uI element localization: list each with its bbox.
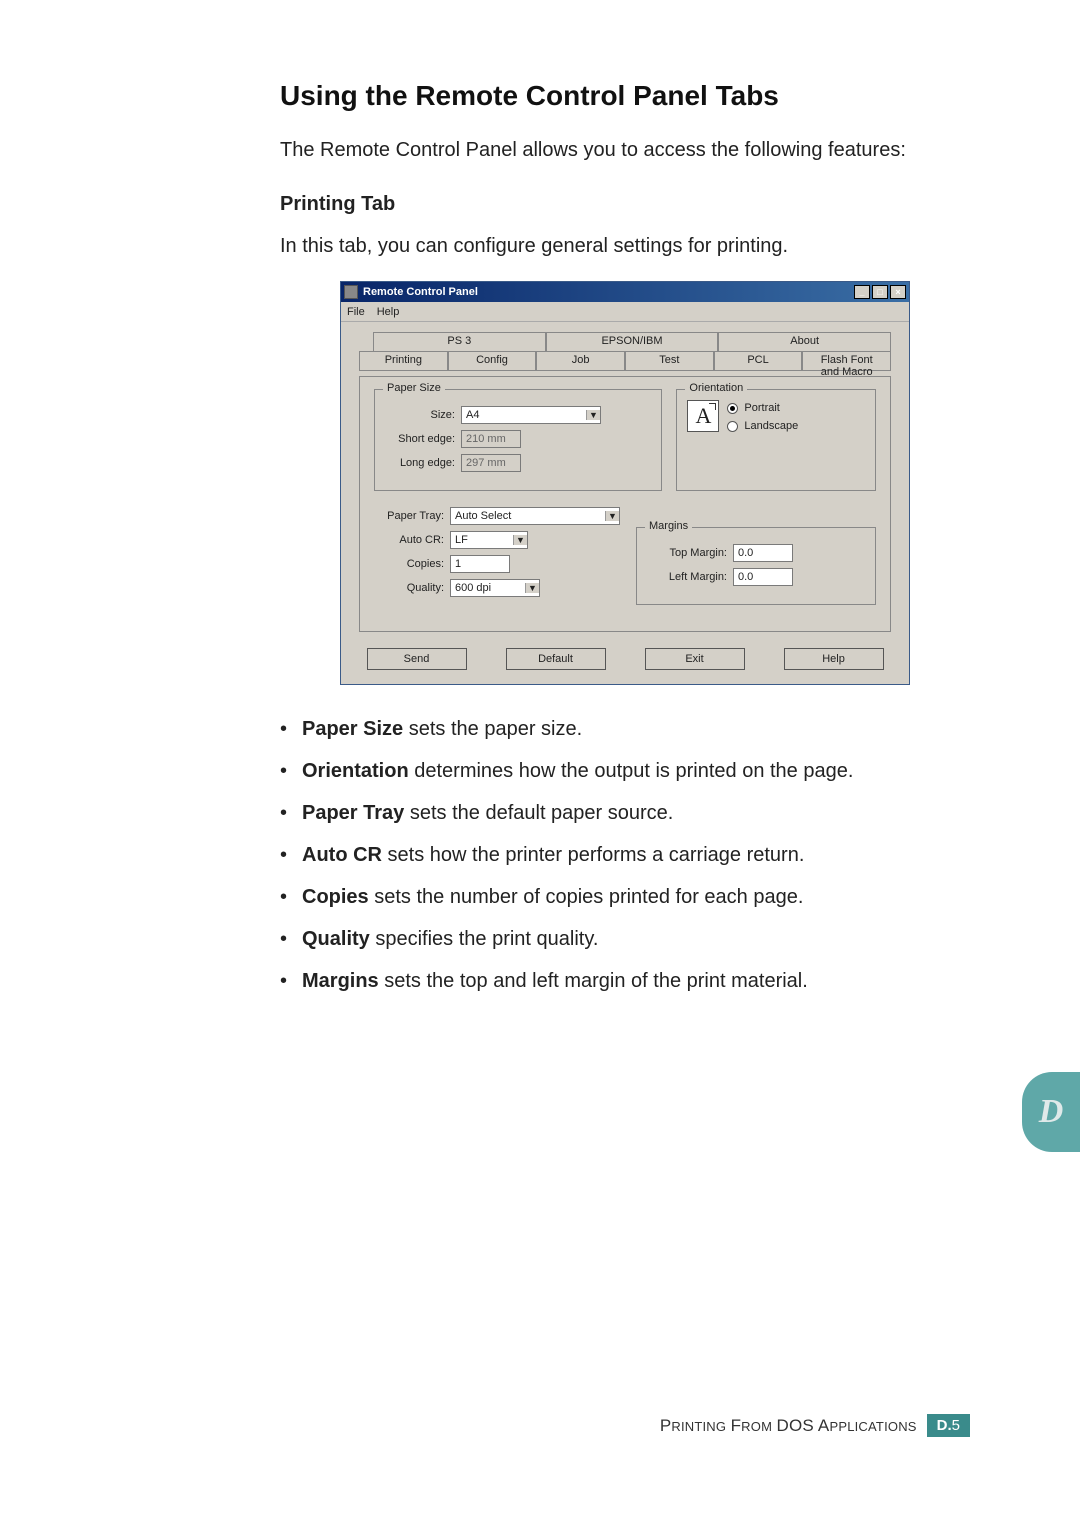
auto-cr-dropdown[interactable]: LF ▼: [450, 531, 528, 549]
list-item: Orientation determines how the output is…: [280, 757, 970, 785]
paper-tray-value: Auto Select: [455, 510, 511, 522]
paper-size-group: Paper Size Size: A4 ▼ Short edge: 210 mm: [374, 389, 662, 491]
page-number-box: D.5: [927, 1414, 970, 1437]
default-button[interactable]: Default: [506, 648, 606, 670]
paper-size-legend: Paper Size: [383, 382, 445, 394]
chevron-down-icon: ▼: [513, 535, 527, 545]
long-edge-field: 297 mm: [461, 454, 521, 472]
dialog-window: Remote Control Panel _ □ × File Help PS …: [340, 281, 910, 685]
left-margin-field[interactable]: 0.0: [733, 568, 793, 586]
tab-ps3[interactable]: PS 3: [373, 332, 546, 352]
tab-pcl[interactable]: PCL: [714, 351, 803, 371]
send-button[interactable]: Send: [367, 648, 467, 670]
page-footer: PRINTING FROM DOS APPLICATIONS D.5: [660, 1414, 970, 1437]
size-label: Size:: [385, 409, 455, 421]
tab-config[interactable]: Config: [448, 351, 537, 371]
menu-help[interactable]: Help: [377, 306, 400, 318]
tab-epson-ibm[interactable]: EPSON/IBM: [546, 332, 719, 352]
footer-text: PRINTING FROM DOS APPLICATIONS: [660, 1416, 917, 1436]
orientation-group: Orientation A Portrait Landscape: [676, 389, 876, 491]
orientation-legend: Orientation: [685, 382, 747, 394]
section-side-tab: D: [1022, 1072, 1080, 1152]
list-item: Auto CR sets how the printer performs a …: [280, 841, 970, 869]
exit-button[interactable]: Exit: [645, 648, 745, 670]
chevron-down-icon: ▼: [605, 511, 619, 521]
list-item: Paper Tray sets the default paper source…: [280, 799, 970, 827]
tab-printing[interactable]: Printing: [359, 351, 448, 371]
tab-about[interactable]: About: [718, 332, 891, 352]
radio-dot-icon: [727, 403, 738, 414]
quality-value: 600 dpi: [455, 582, 491, 594]
close-button[interactable]: ×: [890, 285, 906, 299]
auto-cr-value: LF: [455, 534, 468, 546]
chevron-down-icon: ▼: [525, 583, 539, 593]
list-item: Margins sets the top and left margin of …: [280, 967, 970, 995]
app-icon: [344, 285, 358, 299]
tab-strip: PS 3 EPSON/IBM About Printing Config Job…: [359, 332, 891, 371]
radio-dot-icon: [727, 421, 738, 432]
orientation-icon: A: [687, 400, 719, 432]
chevron-down-icon: ▼: [586, 410, 600, 420]
intro-paragraph: The Remote Control Panel allows you to a…: [280, 136, 970, 165]
copies-field[interactable]: 1: [450, 555, 510, 573]
size-dropdown[interactable]: A4 ▼: [461, 406, 601, 424]
minimize-button[interactable]: _: [854, 285, 870, 299]
quality-label: Quality:: [374, 582, 444, 594]
size-value: A4: [466, 409, 479, 421]
list-item: Quality specifies the print quality.: [280, 925, 970, 953]
tab-test[interactable]: Test: [625, 351, 714, 371]
left-margin-label: Left Margin:: [647, 571, 727, 583]
short-edge-field: 210 mm: [461, 430, 521, 448]
subsection-intro: In this tab, you can configure general s…: [280, 232, 970, 261]
copies-label: Copies:: [374, 558, 444, 570]
window-title: Remote Control Panel: [363, 286, 854, 298]
top-margin-label: Top Margin:: [647, 547, 727, 559]
top-margin-field[interactable]: 0.0: [733, 544, 793, 562]
portrait-label: Portrait: [744, 402, 779, 414]
paper-tray-dropdown[interactable]: Auto Select ▼: [450, 507, 620, 525]
tab-job[interactable]: Job: [536, 351, 625, 371]
margins-group: Margins Top Margin: 0.0 Left Margin: 0.0: [636, 527, 876, 605]
title-bar: Remote Control Panel _ □ ×: [341, 282, 909, 302]
feature-list: Paper Size sets the paper size. Orientat…: [280, 715, 970, 995]
section-heading: Using the Remote Control Panel Tabs: [280, 80, 970, 112]
list-item: Paper Size sets the paper size.: [280, 715, 970, 743]
help-button[interactable]: Help: [784, 648, 884, 670]
list-item: Copies sets the number of copies printed…: [280, 883, 970, 911]
margins-legend: Margins: [645, 520, 692, 532]
subsection-heading: Printing Tab: [280, 193, 970, 216]
landscape-label: Landscape: [744, 420, 798, 432]
radio-landscape[interactable]: Landscape: [727, 420, 798, 432]
tab-content-printing: Paper Size Size: A4 ▼ Short edge: 210 mm: [359, 376, 891, 632]
short-edge-label: Short edge:: [385, 433, 455, 445]
menu-file[interactable]: File: [347, 306, 365, 318]
tab-flash-font-macro[interactable]: Flash Font and Macro: [802, 351, 891, 371]
long-edge-label: Long edge:: [385, 457, 455, 469]
menu-bar: File Help: [341, 302, 909, 322]
auto-cr-label: Auto CR:: [374, 534, 444, 546]
quality-dropdown[interactable]: 600 dpi ▼: [450, 579, 540, 597]
radio-portrait[interactable]: Portrait: [727, 402, 798, 414]
paper-tray-label: Paper Tray:: [374, 510, 444, 522]
restore-button[interactable]: □: [872, 285, 888, 299]
